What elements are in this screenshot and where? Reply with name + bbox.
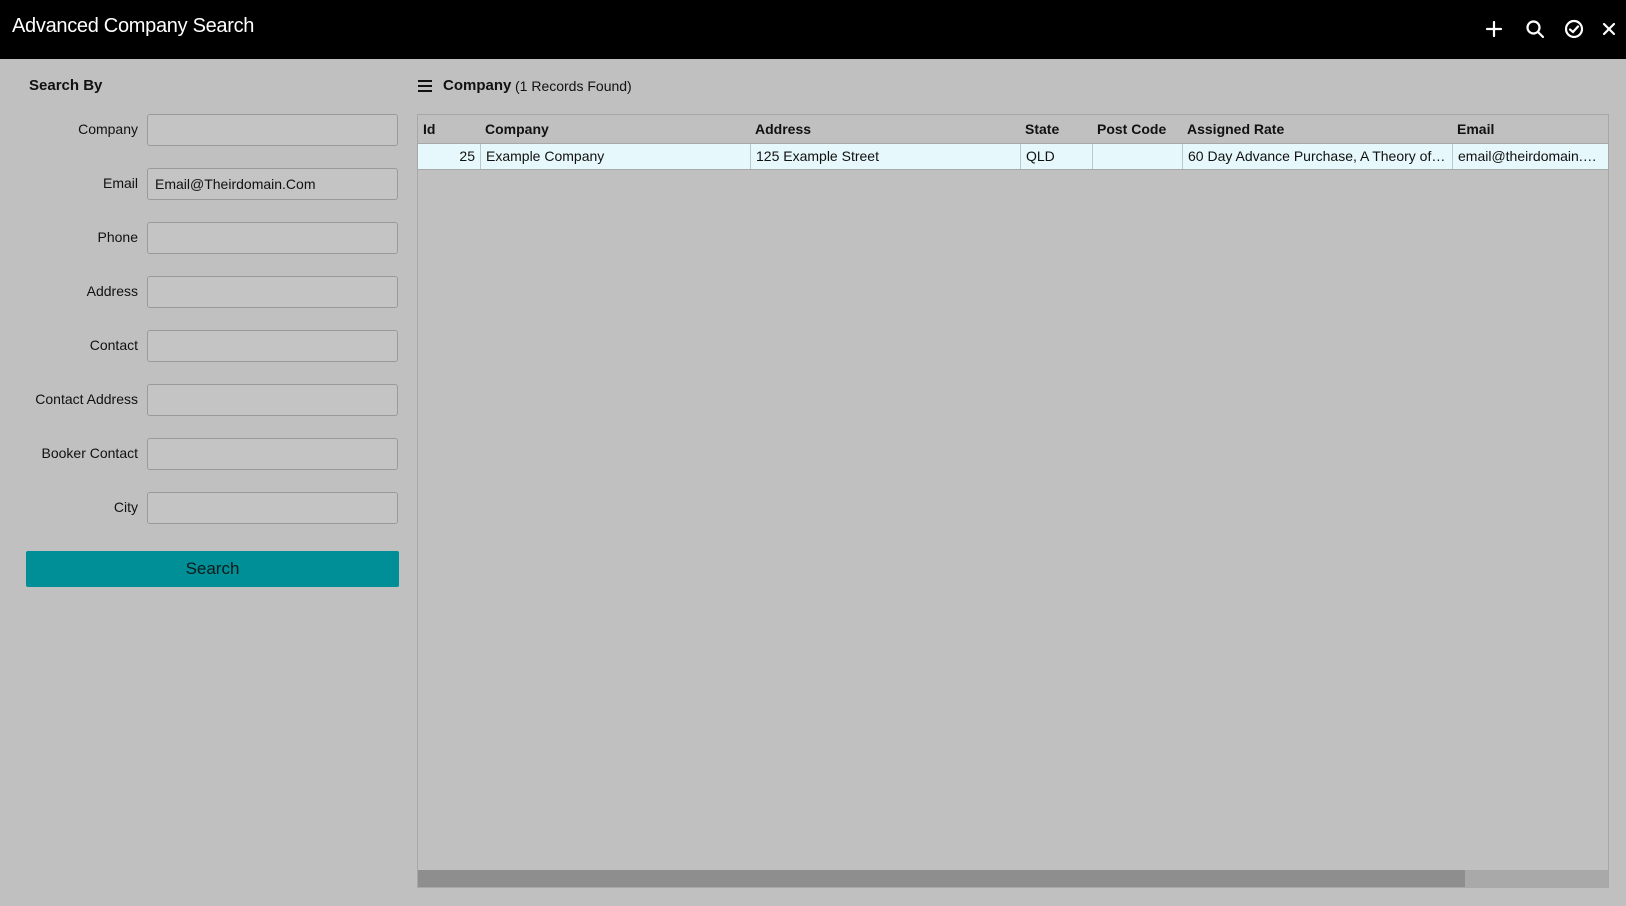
cell-state: QLD <box>1020 144 1092 169</box>
column-header-id[interactable]: Id <box>418 115 480 143</box>
close-icon[interactable] <box>1596 16 1622 42</box>
contact-row: Contact <box>0 330 400 362</box>
cell-address: 125 Example Street <box>750 144 1020 169</box>
menu-icon[interactable] <box>418 80 432 94</box>
column-header-assigned-rate[interactable]: Assigned Rate <box>1182 115 1452 143</box>
horizontal-scrollbar[interactable] <box>418 870 1608 887</box>
contact-address-row: Contact Address <box>0 384 400 416</box>
results-grid: Id Company Address State Post Code Assig… <box>417 114 1609 888</box>
phone-label: Phone <box>97 229 138 245</box>
table-row[interactable]: 25 Example Company 125 Example Street QL… <box>418 143 1608 170</box>
column-header-post-code[interactable]: Post Code <box>1092 115 1182 143</box>
booker-contact-input[interactable] <box>147 438 398 470</box>
booker-contact-row: Booker Contact <box>0 438 400 470</box>
plus-icon[interactable] <box>1481 16 1507 42</box>
title-bar: Advanced Company Search <box>0 0 1626 59</box>
phone-input[interactable] <box>147 222 398 254</box>
search-by-heading: Search By <box>29 77 103 94</box>
column-header-state[interactable]: State <box>1020 115 1092 143</box>
search-icon[interactable] <box>1522 16 1548 42</box>
address-input[interactable] <box>147 276 398 308</box>
address-label: Address <box>86 283 138 299</box>
contact-input[interactable] <box>147 330 398 362</box>
records-count: (1 Records Found) <box>515 78 632 94</box>
scrollbar-thumb[interactable] <box>418 870 1466 887</box>
city-label: City <box>113 499 138 515</box>
email-label: Email <box>102 175 138 191</box>
column-header-email[interactable]: Email <box>1452 115 1608 143</box>
contact-address-label: Contact Address <box>35 391 138 407</box>
results-title: Company <box>443 77 512 94</box>
search-panel: Search By Company Email Phone Address Co… <box>0 59 410 906</box>
cell-company: Example Company <box>480 144 750 169</box>
search-button[interactable]: Search <box>26 551 399 587</box>
cell-post-code <box>1092 144 1182 169</box>
phone-row: Phone <box>0 222 400 254</box>
cell-id: 25 <box>459 148 475 164</box>
contact-address-input[interactable] <box>147 384 398 416</box>
booker-contact-label: Booker Contact <box>41 445 139 461</box>
cell-assigned-rate: 60 Day Advance Purchase, A Theory of Num… <box>1182 144 1452 169</box>
grid-header: Id Company Address State Post Code Assig… <box>418 115 1608 143</box>
email-input[interactable] <box>147 168 398 200</box>
address-row: Address <box>0 276 400 308</box>
column-header-address[interactable]: Address <box>750 115 1020 143</box>
company-label: Company <box>78 121 138 137</box>
email-row: Email <box>0 168 400 200</box>
cell-email: email@theirdomain.com <box>1452 144 1608 169</box>
window-title: Advanced Company Search <box>12 15 255 37</box>
check-circle-icon[interactable] <box>1561 16 1587 42</box>
company-row: Company <box>0 114 400 146</box>
contact-label: Contact <box>89 337 138 353</box>
column-header-company[interactable]: Company <box>480 115 750 143</box>
company-input[interactable] <box>147 114 398 146</box>
city-row: City <box>0 492 400 524</box>
city-input[interactable] <box>147 492 398 524</box>
